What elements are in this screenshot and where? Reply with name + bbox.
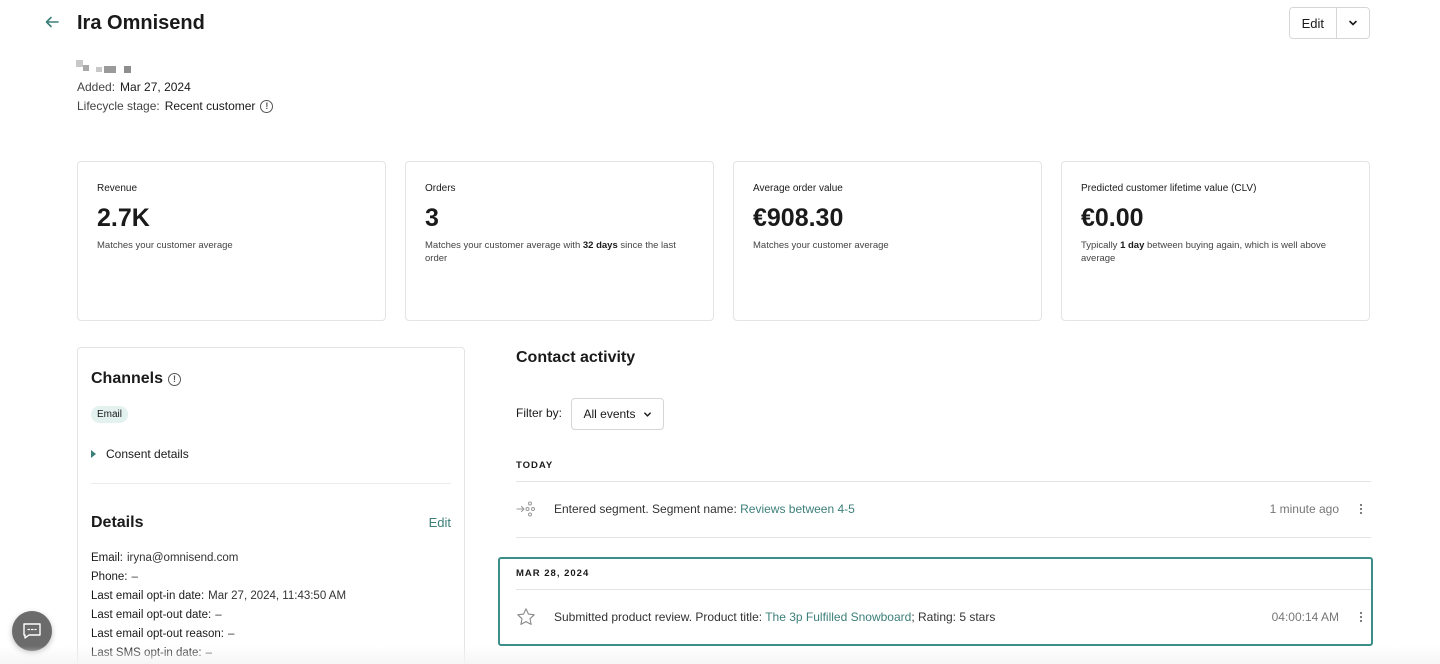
blurred-avatar xyxy=(76,60,136,74)
stat-label: Orders xyxy=(425,183,456,194)
stat-value: €0.00 xyxy=(1081,204,1144,232)
details-title: Details xyxy=(91,514,144,531)
added-label: Added: xyxy=(77,80,116,94)
consent-details-label: Consent details xyxy=(106,447,189,461)
lifecycle-row: Lifecycle stage: Recent customer ! xyxy=(77,98,274,114)
stat-label: Revenue xyxy=(97,183,138,194)
divider xyxy=(516,589,1371,590)
activity-event-row: Entered segment. Segment name: Reviews b… xyxy=(516,489,1371,529)
info-icon[interactable]: ! xyxy=(260,99,274,113)
detail-row-email-opt-out-reason: Last email opt-out reason: – xyxy=(91,628,235,640)
event-description: Submitted product review. Product title:… xyxy=(554,610,996,624)
stat-value: €908.30 xyxy=(753,204,844,232)
stat-label: Predicted customer lifetime value (CLV) xyxy=(1081,183,1257,194)
caret-right-icon xyxy=(91,450,96,458)
chat-widget-button[interactable] xyxy=(12,611,52,651)
divider xyxy=(516,537,1371,538)
chat-icon xyxy=(23,623,41,639)
kebab-menu-icon[interactable] xyxy=(1351,612,1371,622)
chevron-down-icon xyxy=(643,411,651,417)
lifecycle-value: Recent customer xyxy=(164,99,256,113)
consent-details-toggle[interactable]: Consent details xyxy=(91,447,189,461)
stat-note: Matches your customer average with 32 da… xyxy=(425,240,676,264)
info-icon[interactable]: ! xyxy=(168,372,182,386)
stat-card-revenue: Revenue 2.7K Matches your customer avera… xyxy=(77,161,386,321)
divider xyxy=(516,481,1371,482)
back-arrow-icon[interactable] xyxy=(40,10,64,34)
activity-event-row: Submitted product review. Product title:… xyxy=(516,597,1371,637)
event-filter-select[interactable]: All events xyxy=(571,398,664,430)
stat-label: Average order value xyxy=(753,183,843,194)
stat-card-clv: Predicted customer lifetime value (CLV) … xyxy=(1061,161,1370,321)
event-time: 1 minute ago xyxy=(1269,502,1339,516)
star-icon xyxy=(516,607,536,627)
detail-row-email-opt-out: Last email opt-out date: – xyxy=(91,609,222,621)
edit-button-group: Edit xyxy=(1288,7,1370,39)
segment-link[interactable]: Reviews between 4-5 xyxy=(740,502,855,516)
stat-card-average-order-value: Average order value €908.30 Matches your… xyxy=(733,161,1042,321)
stat-note: Matches your customer average xyxy=(753,240,889,251)
detail-row-email: Email: iryna@omnisend.com xyxy=(91,552,239,564)
stat-value: 3 xyxy=(425,204,439,232)
stat-note: Typically 1 day between buying again, wh… xyxy=(1081,240,1327,264)
filter-label: Filter by: xyxy=(516,406,563,420)
added-value: Mar 27, 2024 xyxy=(120,80,191,94)
stat-value: 2.7K xyxy=(97,204,150,232)
stat-card-orders: Orders 3 Matches your customer average w… xyxy=(405,161,714,321)
detail-row-sms-opt-in: Last SMS opt-in date: – xyxy=(91,647,212,659)
detail-row-email-opt-in: Last email opt-in date: Mar 27, 2024, 11:… xyxy=(91,590,347,602)
event-time: 04:00:14 AM xyxy=(1271,610,1339,624)
channels-details-panel: Channels ! Email Consent details Details… xyxy=(77,347,465,664)
kebab-menu-icon[interactable] xyxy=(1351,504,1371,514)
day-label-today: TODAY xyxy=(516,460,554,471)
lifecycle-label: Lifecycle stage: xyxy=(77,99,160,113)
more-actions-dropdown[interactable] xyxy=(1337,8,1369,38)
contact-activity-title: Contact activity xyxy=(516,349,636,366)
divider xyxy=(91,483,451,484)
channel-chip-email: Email xyxy=(91,406,129,423)
event-description: Entered segment. Segment name: Reviews b… xyxy=(554,502,855,516)
chevron-down-icon xyxy=(1349,20,1357,26)
day-label-mar-28: MAR 28, 2024 xyxy=(516,568,590,579)
detail-row-phone: Phone: – xyxy=(91,571,138,583)
channels-title: Channels xyxy=(91,370,164,387)
page-title: Ira Omnisend xyxy=(77,12,205,34)
details-edit-link[interactable]: Edit xyxy=(429,515,451,530)
channels-heading: Channels ! xyxy=(91,370,182,388)
filter-value: All events xyxy=(583,407,636,421)
segment-icon xyxy=(516,501,536,517)
stat-note: Matches your customer average xyxy=(97,240,233,251)
product-link[interactable]: The 3p Fulfilled Snowboard xyxy=(765,610,911,624)
added-row: Added: Mar 27, 2024 xyxy=(77,79,191,95)
edit-button[interactable]: Edit xyxy=(1289,8,1337,38)
